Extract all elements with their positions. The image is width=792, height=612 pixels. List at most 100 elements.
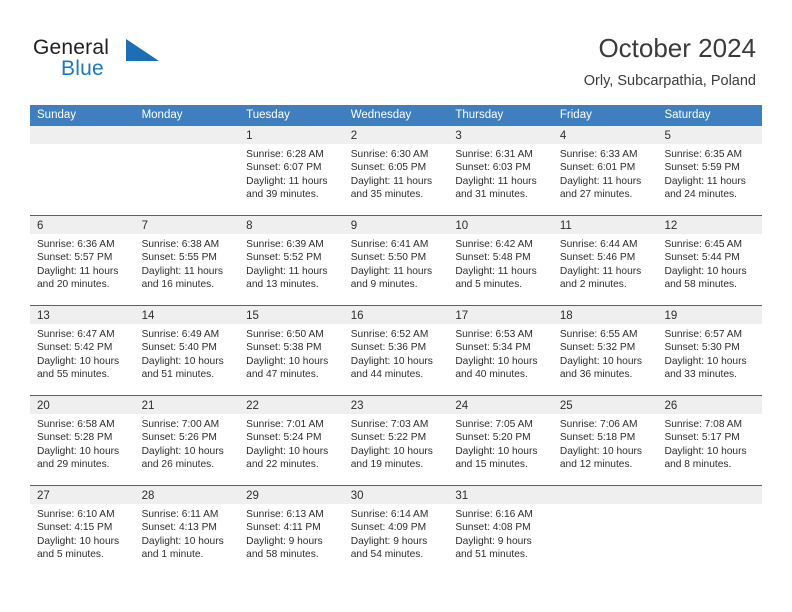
sunrise-text: Sunrise: 6:35 AM: [664, 149, 743, 160]
weekday-header-tuesday: Tuesday: [246, 109, 290, 121]
calendar-day-cell[interactable]: 8 Sunrise: 6:39 AM Sunset: 5:52 PM Daylight…: [239, 216, 344, 305]
day-number: 5: [664, 130, 671, 142]
sunset-text: Sunset: 5:50 PM: [350, 252, 427, 264]
calendar-day-cell[interactable]: 29 Sunrise: 6:13 AM Sunset: 4:11 PM Dayligh…: [239, 486, 344, 575]
daylight-text-line1: Daylight: 10 hours: [246, 355, 329, 367]
sunset-text: Sunset: 5:30 PM: [664, 342, 740, 354]
daylight-text-line2: and 1 minute.: [141, 549, 204, 561]
calendar-day-cell[interactable]: 28 Sunrise: 6:11 AM Sunset: 4:13 PM Dayligh…: [134, 486, 240, 575]
daylight-text-line2: and 20 minutes.: [37, 279, 110, 291]
page-title: October 2024: [598, 33, 756, 63]
calendar-day-cell-empty: [657, 486, 763, 575]
sunset-text: Sunset: 4:13 PM: [141, 522, 217, 534]
calendar-day-cell[interactable]: 26 Sunrise: 7:08 AM Sunset: 5:17 PM Dayligh…: [657, 396, 763, 485]
calendar-day-cell[interactable]: 11 Sunrise: 6:44 AM Sunset: 5:46 PM Dayligh…: [552, 216, 658, 305]
day-number: 25: [559, 400, 573, 412]
calendar-day-cell[interactable]: 15 Sunrise: 6:50 AM Sunset: 5:38 PM Dayligh…: [239, 306, 344, 395]
day-details: [30, 144, 135, 148]
day-number-band: 13: [30, 306, 135, 324]
sunset-text: Sunset: 5:44 PM: [664, 252, 740, 264]
calendar-day-cell[interactable]: 24 Sunrise: 7:05 AM Sunset: 5:20 PM Dayligh…: [448, 396, 553, 485]
day-number-band: 5: [657, 126, 763, 144]
calendar-day-cell[interactable]: 5 Sunrise: 6:35 AM Sunset: 5:59 PM Daylight…: [657, 126, 763, 215]
daylight-text-line1: Daylight: 10 hours: [350, 445, 433, 457]
day-details: Sunrise: 6:55 AM Sunset: 5:32 PM Daylight:…: [553, 324, 658, 382]
brand-logo[interactable]: General Blue: [33, 36, 253, 86]
day-number-band: 27: [30, 486, 135, 504]
calendar-day-cell[interactable]: 13 Sunrise: 6:47 AM Sunset: 5:42 PM Dayligh…: [30, 306, 135, 395]
calendar-day-cell[interactable]: 7 Sunrise: 6:38 AM Sunset: 5:55 PM Daylight…: [134, 216, 240, 305]
day-details: Sunrise: 6:13 AM Sunset: 4:11 PM Daylight:…: [239, 504, 344, 562]
day-number-band: 29: [239, 486, 344, 504]
daylight-text-line2: and 26 minutes.: [141, 459, 215, 471]
day-number-band: 30: [343, 486, 449, 504]
sunrise-text: Sunrise: 6:13 AM: [246, 509, 324, 520]
calendar-day-cell[interactable]: 6 Sunrise: 6:36 AM Sunset: 5:57 PM Daylight…: [30, 216, 135, 305]
sunset-text: Sunset: 5:22 PM: [350, 432, 427, 444]
day-number-band: 7: [134, 216, 240, 234]
daylight-text-line1: Daylight: 10 hours: [455, 445, 538, 457]
weekday-header-row: Sunday Monday Tuesday Wednesday Thursday…: [30, 105, 762, 126]
calendar-day-cell[interactable]: 30 Sunrise: 6:14 AM Sunset: 4:09 PM Dayligh…: [343, 486, 449, 575]
sunrise-text: Sunrise: 7:00 AM: [141, 419, 220, 430]
calendar-day-cell[interactable]: 25 Sunrise: 7:06 AM Sunset: 5:18 PM Dayligh…: [552, 396, 658, 485]
day-details: Sunrise: 6:47 AM Sunset: 5:42 PM Daylight:…: [30, 324, 135, 382]
sunset-text: Sunset: 5:34 PM: [455, 342, 531, 354]
calendar-day-cell[interactable]: 18 Sunrise: 6:55 AM Sunset: 5:32 PM Dayligh…: [552, 306, 658, 395]
calendar-day-cell[interactable]: 20 Sunrise: 6:58 AM Sunset: 5:28 PM Dayligh…: [30, 396, 135, 485]
calendar-day-cell[interactable]: 10 Sunrise: 6:42 AM Sunset: 5:48 PM Dayligh…: [448, 216, 553, 305]
calendar-day-cell[interactable]: 1 Sunrise: 6:28 AM Sunset: 6:07 PM Daylight…: [239, 126, 344, 215]
calendar-day-cell[interactable]: 14 Sunrise: 6:49 AM Sunset: 5:40 PM Dayligh…: [134, 306, 240, 395]
sunrise-text: Sunrise: 7:01 AM: [246, 419, 324, 430]
day-number: 11: [559, 220, 572, 232]
calendar-day-cell[interactable]: 31 Sunrise: 6:16 AM Sunset: 4:08 PM Dayligh…: [448, 486, 553, 575]
daylight-text-line1: Daylight: 11 hours: [37, 265, 119, 277]
calendar-week-row: 6 Sunrise: 6:36 AM Sunset: 5:57 PM Daylight…: [30, 216, 763, 306]
day-number-band: 11: [552, 216, 658, 234]
calendar-day-cell[interactable]: 22 Sunrise: 7:01 AM Sunset: 5:24 PM Dayligh…: [239, 396, 344, 485]
daylight-text-line2: and 58 minutes.: [664, 279, 737, 291]
sunrise-text: Sunrise: 6:36 AM: [37, 239, 115, 250]
day-number-band: [134, 126, 240, 144]
calendar-week-row: 20 Sunrise: 6:58 AM Sunset: 5:28 PM Dayligh…: [30, 396, 763, 486]
sunset-text: Sunset: 4:08 PM: [455, 522, 531, 534]
day-number-band: 3: [448, 126, 553, 144]
day-details: [553, 504, 658, 508]
calendar-day-cell[interactable]: 3 Sunrise: 6:31 AM Sunset: 6:03 PM Daylight…: [448, 126, 553, 215]
sunrise-text: Sunrise: 6:41 AM: [350, 239, 429, 250]
day-details: Sunrise: 7:08 AM Sunset: 5:17 PM Daylight:…: [657, 414, 762, 472]
day-number: 13: [37, 310, 50, 322]
calendar-day-cell[interactable]: 19 Sunrise: 6:57 AM Sunset: 5:30 PM Dayligh…: [657, 306, 763, 395]
daylight-text-line2: and 44 minutes.: [350, 369, 424, 381]
day-number-band: [552, 486, 658, 504]
weekday-header-sunday: Sunday: [37, 109, 77, 121]
day-number: 22: [246, 400, 259, 412]
calendar-day-cell[interactable]: 12 Sunrise: 6:45 AM Sunset: 5:44 PM Dayligh…: [657, 216, 763, 305]
daylight-text-line1: Daylight: 11 hours: [350, 265, 433, 277]
calendar-day-cell[interactable]: 9 Sunrise: 6:41 AM Sunset: 5:50 PM Daylight…: [343, 216, 449, 305]
calendar-day-cell[interactable]: 23 Sunrise: 7:03 AM Sunset: 5:22 PM Dayligh…: [343, 396, 449, 485]
sunrise-text: Sunrise: 6:16 AM: [455, 509, 533, 520]
calendar-day-cell[interactable]: 16 Sunrise: 6:52 AM Sunset: 5:36 PM Dayligh…: [343, 306, 449, 395]
day-number-band: [30, 126, 135, 144]
daylight-text-line1: Daylight: 10 hours: [141, 445, 224, 457]
daylight-text-line2: and 19 minutes.: [350, 459, 424, 471]
day-number-band: 24: [448, 396, 553, 414]
daylight-text-line2: and 55 minutes.: [37, 369, 110, 381]
daylight-text-line1: Daylight: 11 hours: [246, 265, 328, 277]
daylight-text-line2: and 40 minutes.: [455, 369, 528, 381]
sunrise-text: Sunrise: 6:50 AM: [246, 329, 324, 340]
calendar-day-cell[interactable]: 2 Sunrise: 6:30 AM Sunset: 6:05 PM Daylight…: [343, 126, 449, 215]
calendar-day-cell[interactable]: 21 Sunrise: 7:00 AM Sunset: 5:26 PM Dayligh…: [134, 396, 240, 485]
calendar-day-cell[interactable]: 27 Sunrise: 6:10 AM Sunset: 4:15 PM Dayligh…: [30, 486, 135, 575]
calendar-day-cell[interactable]: 4 Sunrise: 6:33 AM Sunset: 6:01 PM Daylight…: [552, 126, 658, 215]
daylight-text-line1: Daylight: 11 hours: [559, 175, 642, 187]
day-details: Sunrise: 7:00 AM Sunset: 5:26 PM Daylight:…: [135, 414, 240, 472]
day-details: Sunrise: 7:03 AM Sunset: 5:22 PM Daylight:…: [344, 414, 449, 472]
sunset-text: Sunset: 4:09 PM: [350, 522, 427, 534]
day-number-band: 25: [552, 396, 658, 414]
day-number-band: 12: [657, 216, 763, 234]
calendar-day-cell[interactable]: 17 Sunrise: 6:53 AM Sunset: 5:34 PM Dayligh…: [448, 306, 553, 395]
daylight-text-line2: and 33 minutes.: [664, 369, 737, 381]
daylight-text-line2: and 2 minutes.: [559, 279, 627, 291]
